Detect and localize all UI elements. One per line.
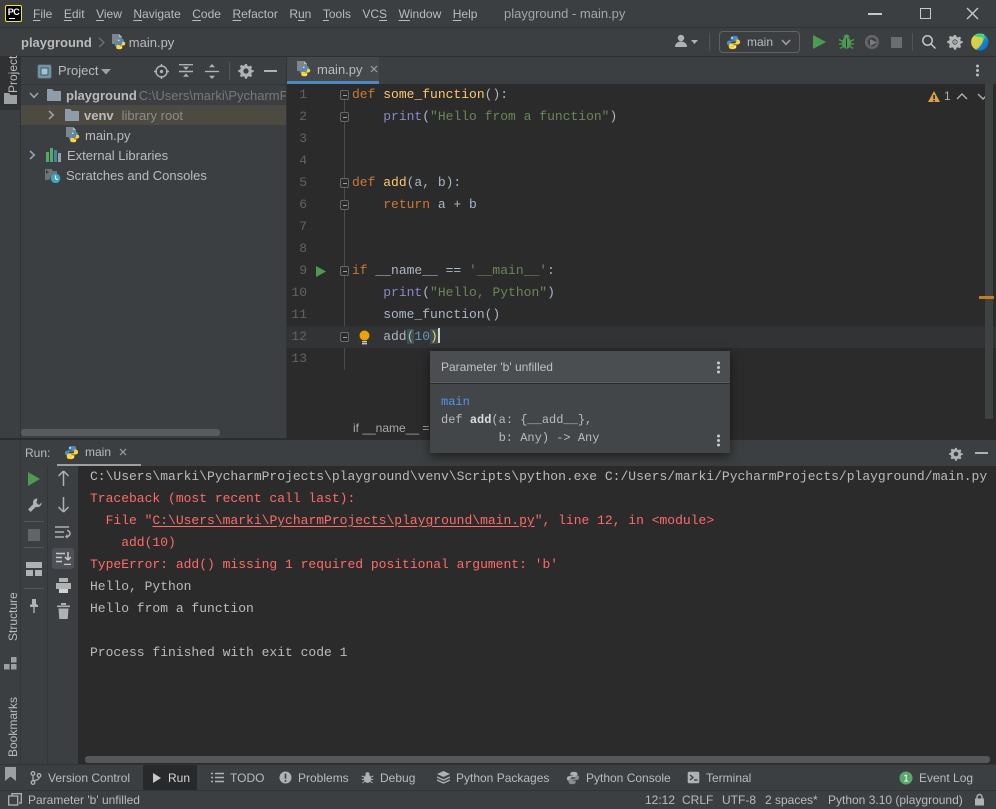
svg-text:1: 1 <box>903 773 909 784</box>
